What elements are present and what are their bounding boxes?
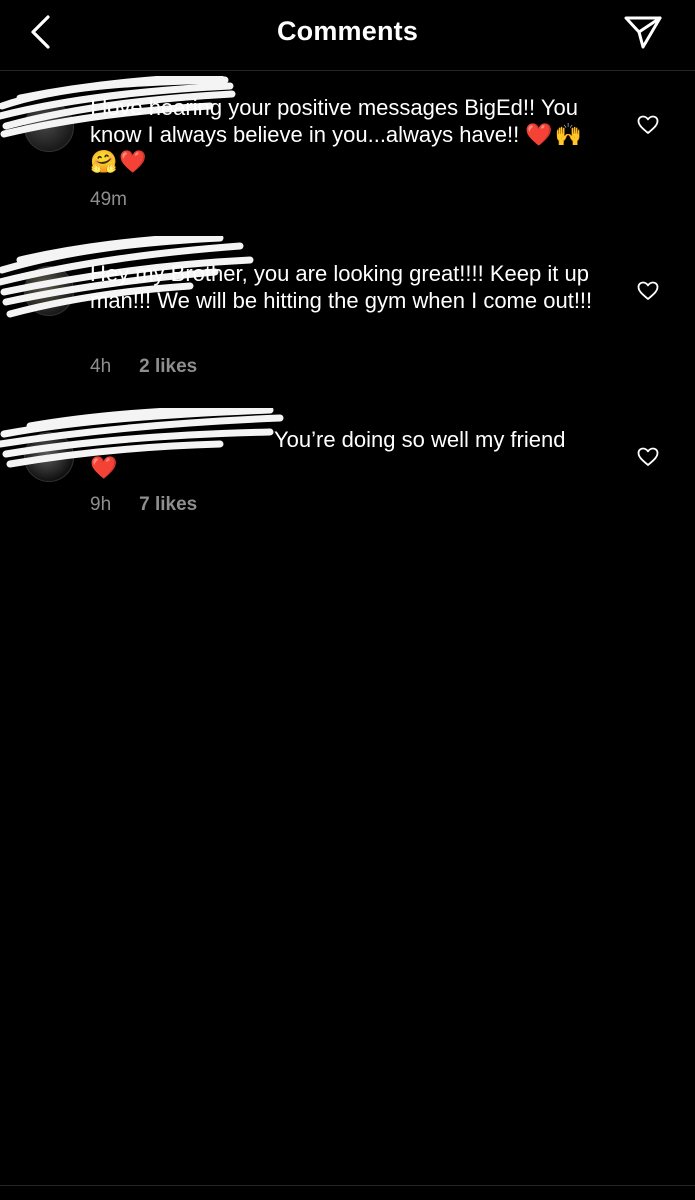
comment-item: I love hearing your positive messages Bi…	[0, 76, 695, 224]
comment-item: Hey my Brother, you are looking great!!!…	[0, 236, 695, 390]
like-button[interactable]	[633, 110, 663, 140]
paper-plane-icon	[624, 16, 662, 49]
comment-emojis: ❤️	[90, 455, 120, 480]
heart-outline-icon	[637, 281, 659, 300]
header-bar: Comments	[0, 0, 695, 71]
share-button[interactable]	[621, 12, 665, 52]
heart-outline-icon	[637, 447, 659, 466]
like-button[interactable]	[633, 442, 663, 472]
comment-likes[interactable]: 7 likes	[139, 494, 197, 516]
comment-meta: 4h 2 likes	[90, 356, 197, 378]
comment-timestamp: 4h	[90, 356, 112, 377]
comment-likes[interactable]: 2 likes	[139, 356, 197, 378]
comment-text: You’re doing so well my friend	[274, 426, 614, 453]
comment-text-continued: ❤️	[90, 454, 610, 481]
comment-body: I love hearing your positive messages Bi…	[90, 95, 585, 147]
comment-item: You’re doing so well my friend ❤️ 9h 7 l…	[0, 408, 695, 536]
comment-timestamp: 9h	[90, 494, 112, 515]
like-button[interactable]	[633, 276, 663, 306]
comment-meta: 49m	[90, 189, 155, 211]
comment-text: I love hearing your positive messages Bi…	[90, 94, 610, 175]
heart-outline-icon	[637, 115, 659, 134]
comment-timestamp: 49m	[90, 189, 127, 210]
comment-meta: 9h 7 likes	[90, 494, 197, 516]
comment-body: You’re doing so well my friend	[274, 427, 572, 452]
comment-body: Hey my Brother, you are looking great!!!…	[90, 261, 596, 313]
bottom-divider	[0, 1185, 695, 1186]
comment-text: Hey my Brother, you are looking great!!!…	[90, 260, 610, 314]
page-title: Comments	[276, 16, 419, 46]
